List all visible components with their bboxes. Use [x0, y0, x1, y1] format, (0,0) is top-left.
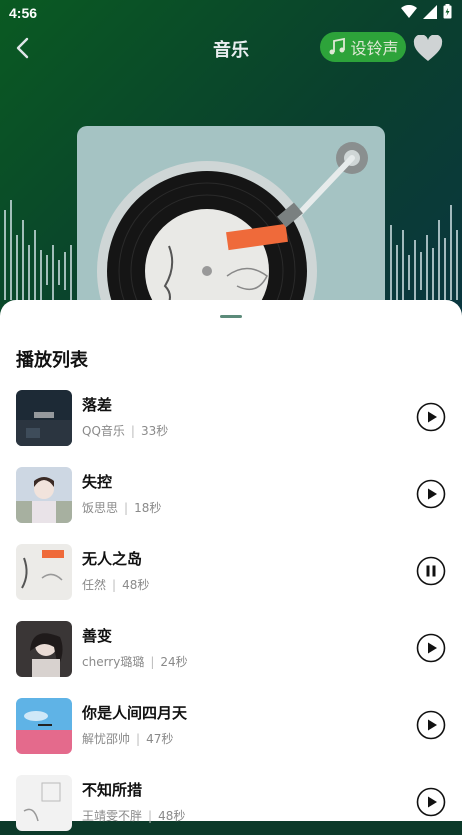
song-cover — [16, 390, 72, 446]
playlist-sheet: 播放列表 落差 QQ音乐 | 33秒 失控 饭思思 | 18秒 无人之岛 任然 | 48秒 … — [0, 300, 462, 831]
pause-icon[interactable] — [416, 556, 446, 586]
song-meta: 解忧邵帅 | 47秒 — [82, 730, 173, 747]
play-icon[interactable] — [416, 402, 446, 432]
meta-separator: | — [150, 655, 155, 669]
song-meta: 王靖雯不胖 | 48秒 — [82, 807, 185, 824]
play-icon[interactable] — [416, 633, 446, 663]
wifi-icon — [401, 4, 417, 18]
song-title: 落差 — [82, 396, 113, 414]
battery-icon — [443, 4, 452, 19]
song-title: 无人之岛 — [82, 550, 143, 568]
sound-wave-right — [390, 205, 458, 300]
set-ringtone-label: 设铃声 — [350, 39, 399, 58]
song-item[interactable]: 不知所措 王靖雯不胖 | 48秒 — [0, 775, 462, 835]
song-meta: QQ音乐 | 33秒 — [82, 422, 168, 439]
song-item[interactable]: 无人之岛 任然 | 48秒 — [0, 544, 462, 604]
music-note-icon — [329, 37, 346, 55]
signal-icon — [423, 4, 437, 19]
song-item[interactable]: 失控 饭思思 | 18秒 — [0, 467, 462, 527]
play-icon[interactable] — [416, 710, 446, 740]
song-cover — [16, 467, 72, 523]
song-artist: 解忧邵帅 — [82, 732, 131, 746]
song-cover — [16, 621, 72, 677]
song-meta: 任然 | 48秒 — [82, 576, 149, 593]
song-duration: 47秒 — [146, 732, 174, 746]
heart-icon[interactable] — [413, 35, 443, 63]
song-item[interactable]: 善变 cherry璐璐 | 24秒 — [0, 621, 462, 681]
meta-separator: | — [124, 501, 129, 515]
sound-wave-left — [4, 200, 72, 300]
status-time: 4:56 — [9, 5, 38, 21]
song-duration: 33秒 — [140, 424, 169, 438]
song-cover — [16, 775, 72, 831]
song-artist: QQ音乐 — [82, 424, 125, 438]
song-meta: cherry璐璐 | 24秒 — [82, 653, 188, 670]
song-duration: 24秒 — [160, 655, 188, 669]
status-bar: 4:56 — [0, 0, 462, 26]
play-icon[interactable] — [416, 787, 446, 817]
sheet-drag-handle[interactable] — [220, 315, 242, 318]
meta-separator: | — [112, 578, 117, 592]
play-icon[interactable] — [416, 479, 446, 509]
header: 音乐 设铃声 — [0, 26, 462, 70]
song-duration: 18秒 — [134, 501, 162, 515]
song-artist: 任然 — [82, 578, 107, 592]
song-title: 不知所措 — [82, 781, 143, 799]
song-artist: cherry璐璐 — [82, 655, 145, 669]
song-cover — [16, 698, 72, 754]
status-icons — [401, 4, 452, 19]
song-cover — [16, 544, 72, 600]
set-ringtone-button[interactable]: 设铃声 — [320, 32, 406, 62]
song-item[interactable]: 你是人间四月天 解忧邵帅 | 47秒 — [0, 698, 462, 758]
song-artist: 饭思思 — [82, 501, 119, 515]
playlist-title: 播放列表 — [16, 350, 88, 371]
song-duration: 48秒 — [122, 578, 150, 592]
song-title: 善变 — [82, 627, 113, 645]
meta-separator: | — [136, 732, 141, 746]
song-title: 你是人间四月天 — [82, 704, 188, 722]
meta-separator: | — [130, 424, 135, 438]
song-meta: 饭思思 | 18秒 — [82, 499, 161, 516]
song-item[interactable]: 落差 QQ音乐 | 33秒 — [0, 390, 462, 450]
song-title: 失控 — [82, 473, 113, 491]
